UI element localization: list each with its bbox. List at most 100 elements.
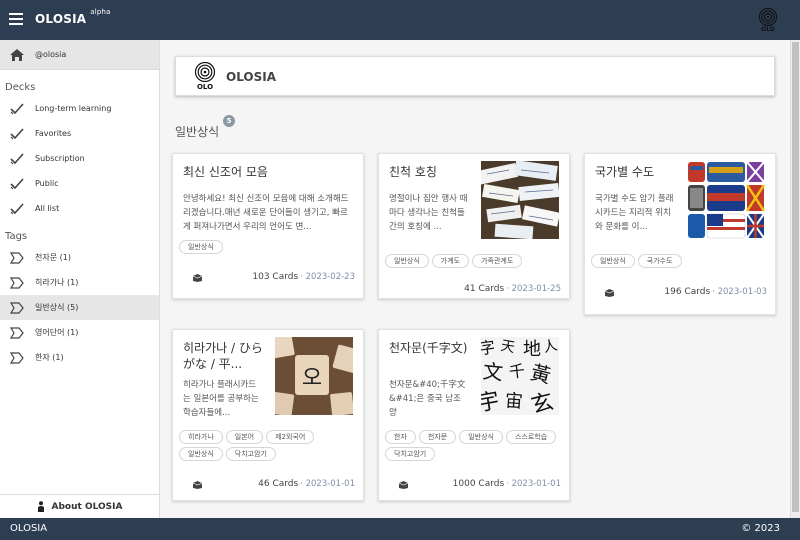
sidebar-tag-label: 천자문 (1) [35,253,71,262]
thumbnail-image: 오 [275,337,353,415]
tag-chip[interactable]: 일반상식 [179,447,223,461]
tag-chip[interactable]: 닥치고암기 [225,447,276,461]
card-meta: 1000 Cards · 2023-01-01 [453,479,561,489]
thumbnail-image: 字 天 地 人 文 千 黃 宇 宙 玄 [481,337,559,415]
deck-card[interactable]: 최신 신조어 모음 안녕하세요! 최신 신조어 모음에 대해 소개해드리겠습니다… [172,153,364,299]
check-icon [10,202,24,215]
thumbnail-image [481,161,559,239]
deck-card[interactable]: 친척 호칭 명절이나 집안 행사 때마다 생각나는 친척들간의 호칭에 ... … [378,153,570,299]
card-description: 천자문&#40;千字文&#41;은 중국 남조 양&#40;502~549... [389,380,466,418]
user-handle: @olosia [35,50,67,59]
sidebar-deck-item[interactable]: Public [0,171,159,196]
tag-chip[interactable]: 국가수도 [637,254,682,268]
about-person-icon [37,501,44,512]
deck-box-icon [193,274,202,282]
check-icon [10,127,24,140]
check-icon [10,152,24,165]
tag-chip[interactable]: 가계도 [431,254,470,268]
sidebar-deck-label: Subscription [35,154,85,163]
tag-chip[interactable]: 천자문 [418,430,457,444]
deck-list: Long-term learning Favorites Subscription P… [0,96,159,221]
footer-bar: OLOSIA © 2023 [0,518,800,540]
card-date: · 2023-01-01 [300,479,355,489]
tag-chip[interactable]: 제2외국어 [266,430,315,444]
deck-card[interactable]: 천자문(千字文) 字 天 地 人 文 千 黃 宇 宙 玄 천자문&#40;千字文… [378,329,570,501]
svg-text:OLO: OLO [761,26,775,32]
tag-chip[interactable]: 가족관계도 [472,254,523,268]
footer-brand: OLOSIA [10,523,48,534]
card-title: 국가별 수도 [595,165,655,179]
card-meta: 196 Cards · 2023-01-03 [664,287,767,297]
deck-card[interactable]: 히라가나 / ひらがな / 平... 오 히라가나 플래시카드는 일본어를 공부… [172,329,364,501]
tag-chip[interactable]: 히라가나 [179,430,223,444]
card-title: 최신 신조어 모음 [183,165,268,179]
tag-chip[interactable]: 일반상식 [385,254,429,268]
card-footer: 1000 Cards · 2023-01-01 [379,478,569,492]
card-title: 히라가나 / ひらがな / 平... [183,341,263,371]
svg-text:千: 千 [508,361,526,382]
tag-chip[interactable]: 일본어 [225,430,264,444]
card-description: 안녕하세요! 최신 신조어 모음에 대해 소개해드리겠습니다.매년 새로운 단어… [183,194,349,232]
sidebar-tag-item[interactable]: 영어단어 (1) [0,320,159,345]
card-description: 명절이나 집안 행사 때마다 생각나는 친척들간의 호칭에 ... [389,194,468,232]
card-thumbnail: 字 天 地 人 文 千 黃 宇 宙 玄 [481,337,559,415]
home-icon [10,48,24,61]
tag-chip[interactable]: 일반상식 [591,254,635,268]
sidebar-user-item[interactable]: @olosia [0,40,159,70]
app-title[interactable]: OLOSIA alpha [35,8,111,26]
sidebar-tag-item[interactable]: 일반상식 (5) [0,295,159,320]
card-thumbnail [481,161,559,239]
card-meta: 46 Cards · 2023-01-01 [258,479,355,489]
card-tags: 히라가나 일본어 제2외국어일반상식 닥치고암기 [179,430,357,461]
sidebar-deck-item[interactable]: Favorites [0,121,159,146]
tag-chip[interactable]: 한자 [385,430,416,444]
tag-list: 천자문 (1) 히라가나 (1) 일반상식 (5) 영어단어 (1) 한자 (1) [0,245,159,370]
header-title: OLOSIA [226,70,277,84]
sidebar-deck-item[interactable]: Long-term learning [0,96,159,121]
card-count: 196 Cards [664,287,711,297]
sidebar-deck-label: Public [35,179,59,188]
tag-icon [9,301,24,314]
card-footer: 103 Cards · 2023-02-23 [173,271,363,285]
thumbnail-image [687,161,765,239]
svg-text:字: 字 [481,337,496,358]
scrollbar-thumb[interactable] [792,42,799,512]
olosia-logo-icon: OLO [194,62,216,90]
svg-text:OLO: OLO [197,83,213,90]
top-app-bar: OLOSIA alpha OLO [0,0,800,40]
tag-icon [9,276,24,289]
card-thumbnail [687,161,765,239]
menu-icon[interactable] [9,13,23,26]
about-label: About OLOSIA [51,501,123,512]
card-footer: 41 Cards · 2023-01-25 [379,283,569,297]
sidebar-tag-item[interactable]: 한자 (1) [0,345,159,370]
olosia-logo-icon[interactable]: OLO [758,8,778,32]
about-link[interactable]: About OLOSIA [0,494,159,518]
sidebar-tag-item[interactable]: 히라가나 (1) [0,270,159,295]
section-title: 일반상식 [175,125,220,139]
card-count: 46 Cards [258,479,299,489]
svg-text:오: 오 [302,366,322,391]
tag-chip[interactable]: 일반상식 [459,430,503,444]
card-date: · 2023-02-23 [300,272,355,282]
sidebar-deck-item[interactable]: All list [0,196,159,221]
sidebar-tag-label: 한자 (1) [35,353,64,362]
card-meta: 103 Cards · 2023-02-23 [252,272,355,282]
section-count-badge: 5 [223,115,235,127]
sidebar-tag-item[interactable]: 천자문 (1) [0,245,159,270]
deck-box-icon [399,481,408,489]
card-meta: 41 Cards · 2023-01-25 [464,284,561,294]
deck-card[interactable]: 국가별 수도 국가별 수도 암기 플래시카드는 지리적 위치와 문화를 이...… [584,153,776,315]
tag-chip[interactable]: 일반상식 [179,240,223,254]
vertical-scrollbar[interactable] [790,40,800,518]
tags-heading: Tags [5,231,28,242]
sidebar-deck-item[interactable]: Subscription [0,146,159,171]
tag-chip[interactable]: 스스로학습 [505,430,557,444]
card-tags: 일반상식 국가수도 [591,254,769,268]
card-date: · 2023-01-03 [712,287,767,297]
card-tags: 한자 천자문 일반상식 스스로학습닥치고암기 [385,430,563,461]
tag-chip[interactable]: 닥치고암기 [385,447,436,461]
svg-text:文: 文 [482,359,504,385]
sidebar-tag-label: 일반상식 (5) [35,303,79,312]
card-thumbnail: 오 [275,337,353,415]
